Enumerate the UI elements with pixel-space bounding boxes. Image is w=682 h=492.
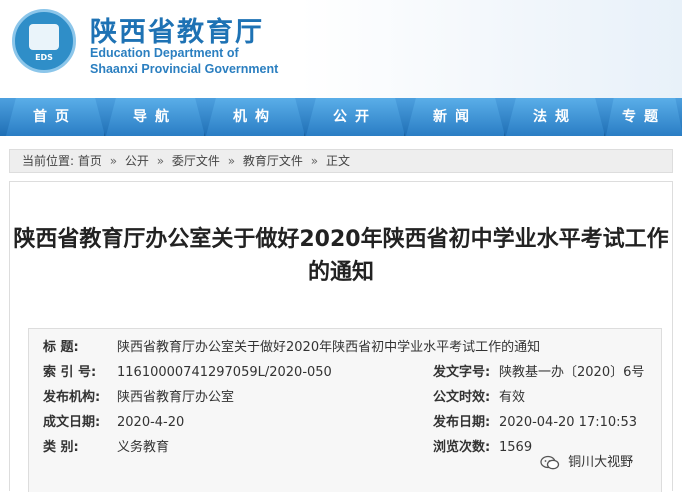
logo-text: EDS <box>35 53 53 62</box>
education-department-logo-icon[interactable]: EDS <box>12 9 76 73</box>
meta-key-index: 索 引 号: <box>43 365 97 380</box>
meta-row-issuer: 发布机构: 陕西省教育厅办公室 公文时效: 有效 <box>29 387 661 409</box>
article-container: 陕西省教育厅办公室关于做好2020年陕西省初中学业水平考试工作 的通知 标 题:… <box>9 181 673 492</box>
meta-value-validity: 有效 <box>499 390 526 405</box>
nav-item-organization[interactable]: 机构 <box>206 98 305 136</box>
nav-item-disclosure[interactable]: 公开 <box>306 98 405 136</box>
breadcrumb-separator: » <box>310 154 319 168</box>
breadcrumb: 当前位置: 首页 » 公开 » 委厅文件 » 教育厅文件 » 正文 <box>9 149 673 173</box>
breadcrumb-item-home[interactable]: 首页 <box>78 154 102 168</box>
meta-key-issuer: 发布机构: <box>43 390 101 405</box>
meta-key-pubtime: 发布日期: <box>433 415 491 430</box>
meta-value-title: 陕西省教育厅办公室关于做好2020年陕西省初中学业水平考试工作的通知 <box>117 340 541 355</box>
meta-key-category: 类 别: <box>43 440 79 455</box>
wechat-watermark: 铜川大视野 <box>540 452 633 474</box>
breadcrumb-item-current: 正文 <box>325 154 350 168</box>
nav-item-navigation[interactable]: 导航 <box>106 98 205 136</box>
nav-item-news[interactable]: 新闻 <box>406 98 505 136</box>
meta-key-validity: 公文时效: <box>433 390 491 405</box>
site-title-en-line2: Shaanxi Provincial Government <box>90 62 279 76</box>
breadcrumb-item-department-files[interactable]: 教育厅文件 <box>243 154 303 168</box>
meta-key-title: 标 题: <box>43 340 79 355</box>
meta-value-views: 1569 <box>499 440 533 455</box>
meta-key-date: 成文日期: <box>43 415 101 430</box>
breadcrumb-prefix: 当前位置: <box>22 154 75 168</box>
book-icon <box>29 24 59 50</box>
article-title-line2: 的通知 <box>307 260 374 285</box>
meta-value-docno: 陕教基一办〔2020〕6号 <box>499 365 645 380</box>
site-title-cn[interactable]: 陕西省教育厅 <box>90 10 264 49</box>
wechat-icon <box>540 455 560 469</box>
meta-value-index: 11610000741297059L/2020-050 <box>117 365 332 380</box>
meta-key-views: 浏览次数: <box>433 440 491 455</box>
nav-item-regulations[interactable]: 法规 <box>506 98 605 136</box>
site-header: EDS 陕西省教育厅 Education Department of Shaan… <box>0 0 682 98</box>
meta-value-category: 义务教育 <box>117 440 170 455</box>
breadcrumb-item-committee-files[interactable]: 委厅文件 <box>172 154 220 168</box>
meta-row-date: 成文日期: 2020-4-20 发布日期: 2020-04-20 17:10:5… <box>29 412 661 434</box>
meta-row-index: 索 引 号: 11610000741297059L/2020-050 发文字号:… <box>29 362 661 384</box>
meta-value-date: 2020-4-20 <box>117 415 185 430</box>
main-nav: 首页 导航 机构 公开 新闻 法规 专题 <box>0 98 682 136</box>
meta-key-docno: 发文字号: <box>433 365 491 380</box>
watermark-text: 铜川大视野 <box>568 455 634 470</box>
site-title-en-line1: Education Department of <box>90 46 239 60</box>
breadcrumb-item-disclosure[interactable]: 公开 <box>125 154 149 168</box>
article-title: 陕西省教育厅办公室关于做好2020年陕西省初中学业水平考试工作 的通知 <box>10 223 672 289</box>
meta-row-title: 标 题: 陕西省教育厅办公室关于做好2020年陕西省初中学业水平考试工作的通知 <box>29 337 661 359</box>
article-title-line1: 陕西省教育厅办公室关于做好2020年陕西省初中学业水平考试工作 <box>13 227 669 252</box>
meta-value-issuer: 陕西省教育厅办公室 <box>117 390 235 405</box>
breadcrumb-separator: » <box>109 154 118 168</box>
nav-item-topics[interactable]: 专题 <box>606 98 682 136</box>
breadcrumb-separator: » <box>227 154 236 168</box>
header-background-art <box>300 0 682 98</box>
nav-item-home[interactable]: 首页 <box>6 98 105 136</box>
breadcrumb-separator: » <box>156 154 165 168</box>
meta-value-pubtime: 2020-04-20 17:10:53 <box>499 415 638 430</box>
